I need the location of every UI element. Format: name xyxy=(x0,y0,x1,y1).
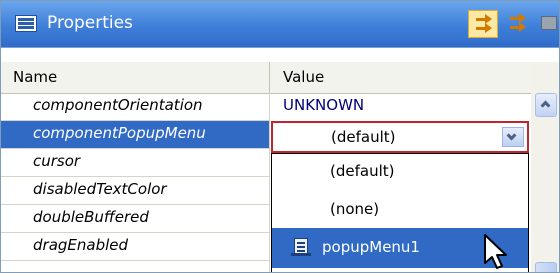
table-row[interactable]: componentOrientation xyxy=(1,93,269,121)
properties-list-icon xyxy=(15,15,37,32)
property-name: componentOrientation xyxy=(33,96,203,114)
property-name: componentPopupMenu xyxy=(33,124,206,142)
table-row[interactable]: doubleBuffered xyxy=(1,205,269,233)
property-name: doubleBuffered xyxy=(33,208,149,226)
popup-menu-combobox[interactable]: (default) xyxy=(271,121,529,153)
arrows-icon xyxy=(474,14,494,34)
dropdown-option[interactable]: (default) xyxy=(272,154,528,192)
panel-title: Properties xyxy=(47,13,133,33)
categorized-view-button[interactable] xyxy=(468,10,498,38)
scroll-thumb[interactable] xyxy=(535,262,557,272)
property-name: dragEnabled xyxy=(33,236,129,254)
value-column-header[interactable]: Value xyxy=(283,68,324,86)
property-names: componentOrientation componentPopupMenu … xyxy=(1,93,269,261)
name-column-header[interactable]: Name xyxy=(13,68,57,86)
option-label: popupMenu1 xyxy=(322,238,420,256)
table-header: Name Value xyxy=(1,62,531,94)
combobox-value: (default) xyxy=(331,128,396,146)
dropdown-option[interactable]: (none) xyxy=(272,192,528,230)
option-label: (none) xyxy=(330,200,380,218)
title-bar: Properties xyxy=(1,1,559,48)
chevron-down-icon[interactable] xyxy=(502,127,524,147)
mouse-pointer-icon xyxy=(484,234,507,269)
properties-panel: Properties Name Value componentOrientati… xyxy=(0,0,560,273)
popup-menu-icon xyxy=(291,238,311,256)
grid-view-button[interactable] xyxy=(537,10,559,38)
column-divider[interactable] xyxy=(269,62,270,93)
property-value[interactable]: UNKNOWN xyxy=(283,96,364,114)
table-row-selected[interactable]: componentPopupMenu xyxy=(1,121,269,149)
option-label: (default) xyxy=(330,162,395,180)
grid-icon xyxy=(541,16,557,30)
vertical-scrollbar[interactable] xyxy=(531,62,559,272)
scroll-up-button[interactable] xyxy=(535,93,557,117)
alphabetical-view-button[interactable] xyxy=(503,10,533,38)
table-row[interactable]: cursor xyxy=(1,149,269,177)
arrows-icon xyxy=(508,13,528,33)
property-name: disabledTextColor xyxy=(33,180,167,198)
property-name: cursor xyxy=(33,152,81,170)
table-row[interactable]: dragEnabled xyxy=(1,233,269,261)
table-row[interactable]: disabledTextColor xyxy=(1,177,269,205)
column-divider xyxy=(269,93,270,272)
